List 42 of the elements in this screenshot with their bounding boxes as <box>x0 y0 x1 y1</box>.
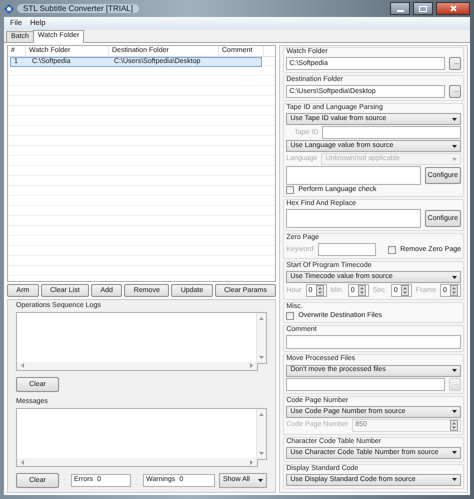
app-icon <box>4 4 14 14</box>
spinner-arrows[interactable] <box>400 285 409 296</box>
window-title: STL Subtitle Converter [TRIAL] <box>17 4 139 14</box>
vertical-scrollbar[interactable] <box>257 409 266 459</box>
scroll-right-icon[interactable] <box>250 460 254 464</box>
scroll-left-icon[interactable] <box>21 363 24 368</box>
scroll-left-icon[interactable] <box>21 460 24 464</box>
scroll-down-icon[interactable] <box>259 356 264 359</box>
log-textarea[interactable] <box>16 312 268 364</box>
caret-icon <box>452 276 457 279</box>
caret-icon <box>452 144 457 148</box>
caret-icon <box>452 410 457 414</box>
close-icon <box>450 5 456 12</box>
spinner-arrows[interactable] <box>450 285 458 296</box>
caret-icon <box>452 478 457 482</box>
spinner-arrows[interactable] <box>358 285 366 296</box>
caret-icon <box>452 369 457 372</box>
minimize-button[interactable] <box>390 2 410 15</box>
spinner-arrows[interactable] <box>316 285 324 296</box>
caret-icon <box>452 118 457 121</box>
text-field[interactable] <box>286 335 461 350</box>
caret-icon <box>258 479 264 482</box>
caret-icon <box>452 158 457 161</box>
path-field[interactable] <box>286 378 445 391</box>
caret-icon <box>452 451 457 454</box>
text-area[interactable] <box>286 209 421 228</box>
close-button[interactable] <box>436 2 470 15</box>
text-field[interactable] <box>322 126 461 140</box>
maximize-button[interactable] <box>413 2 433 15</box>
text-field[interactable] <box>318 243 376 256</box>
horizontal-scrollbar[interactable] <box>16 458 258 467</box>
log-textarea[interactable] <box>16 408 268 460</box>
spinner-arrows[interactable] <box>450 420 458 431</box>
checkbox[interactable] <box>286 312 294 320</box>
scroll-down-icon[interactable] <box>259 452 264 455</box>
vertical-scrollbar[interactable] <box>257 312 266 363</box>
scroll-up-icon[interactable] <box>259 413 264 416</box>
text-area[interactable] <box>286 166 421 186</box>
checkbox[interactable] <box>286 186 294 194</box>
scroll-right-icon[interactable] <box>250 363 254 368</box>
scroll-up-icon[interactable] <box>259 316 264 320</box>
maximize-icon <box>419 6 427 12</box>
